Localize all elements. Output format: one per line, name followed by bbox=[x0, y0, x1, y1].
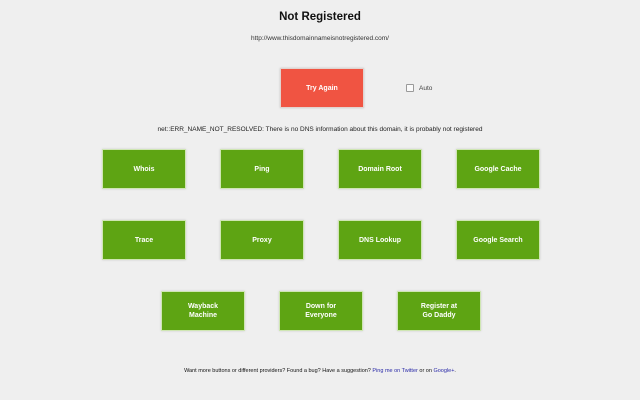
whois-button[interactable]: Whois bbox=[102, 149, 186, 189]
register-godaddy-button[interactable]: Register at Go Daddy bbox=[397, 291, 481, 331]
dns-lookup-button[interactable]: DNS Lookup bbox=[338, 220, 422, 260]
ping-button[interactable]: Ping bbox=[220, 149, 304, 189]
domain-url: http://www.thisdomainnameisnotregistered… bbox=[250, 35, 389, 42]
auto-checkbox[interactable] bbox=[406, 84, 414, 92]
trace-button[interactable]: Trace bbox=[102, 220, 186, 260]
footer: Want more buttons or different providers… bbox=[0, 368, 640, 374]
footer-text: Want more buttons or different providers… bbox=[184, 368, 373, 374]
proxy-button[interactable]: Proxy bbox=[220, 220, 304, 260]
error-message: net::ERR_NAME_NOT_RESOLVED: There is no … bbox=[157, 126, 483, 133]
auto-retry-toggle[interactable]: Auto bbox=[406, 84, 432, 92]
footer-middle-text: or on bbox=[417, 368, 434, 374]
twitter-link[interactable]: Ping me on Twitter bbox=[372, 368, 417, 374]
wayback-machine-button[interactable]: Wayback Machine bbox=[161, 291, 245, 331]
auto-label: Auto bbox=[419, 84, 433, 92]
google-plus-link[interactable]: Google+ bbox=[433, 368, 454, 374]
page-title: Not Registered bbox=[279, 11, 361, 23]
down-for-everyone-button[interactable]: Down for Everyone bbox=[279, 291, 363, 331]
google-cache-button[interactable]: Google Cache bbox=[456, 149, 540, 189]
try-again-button[interactable]: Try Again bbox=[280, 68, 364, 108]
footer-end-text: . bbox=[454, 368, 456, 374]
google-search-button[interactable]: Google Search bbox=[456, 220, 540, 260]
domain-root-button[interactable]: Domain Root bbox=[338, 149, 422, 189]
